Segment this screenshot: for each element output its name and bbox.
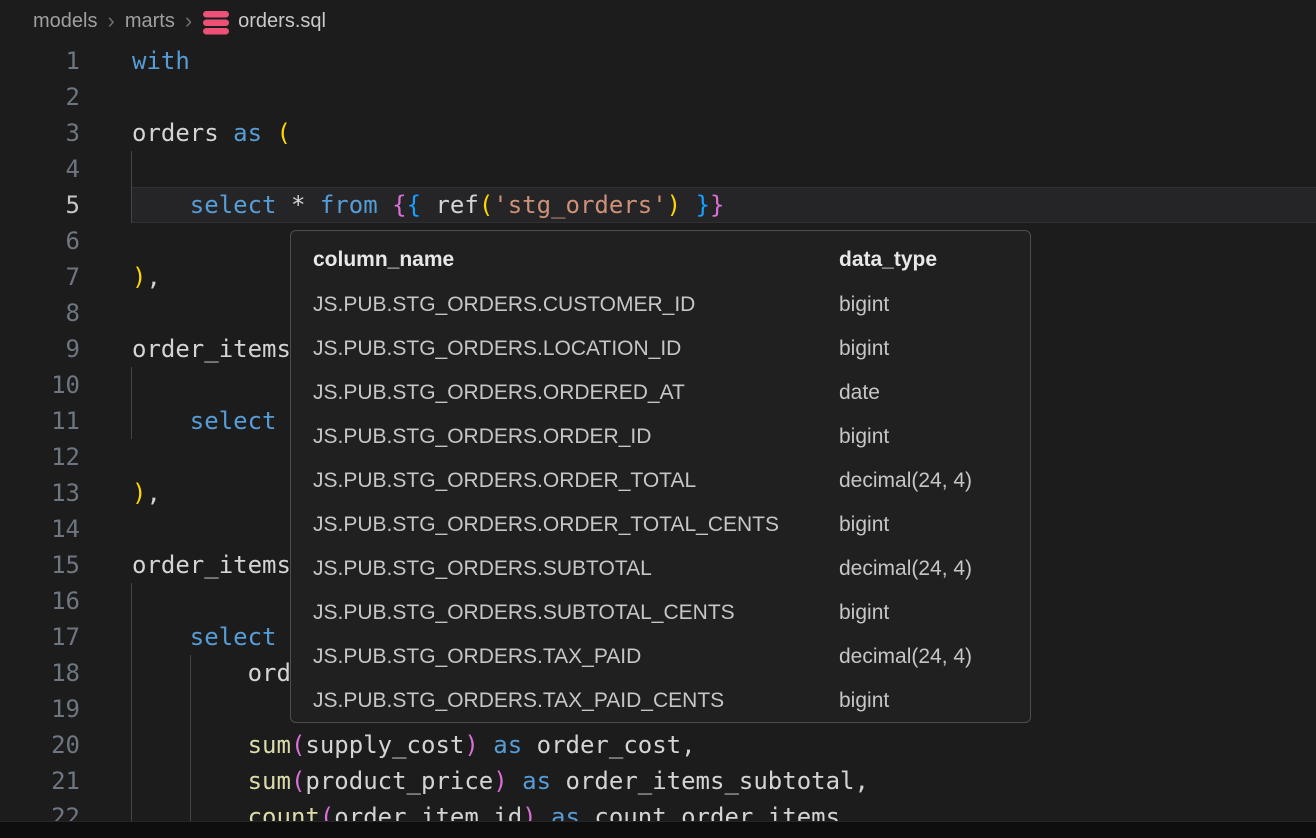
code-text: with: [132, 43, 190, 79]
line-number[interactable]: 9: [0, 331, 80, 367]
line-number[interactable]: 21: [0, 763, 80, 799]
popup-column-data-type: bigint: [839, 689, 1008, 713]
breadcrumb: models › marts › orders.sql: [0, 0, 1316, 43]
popup-column-row: JS.PUB.STG_ORDERS.SUBTOTAL_CENTSbigint: [313, 591, 1008, 635]
popup-column-data-type: bigint: [839, 513, 1008, 537]
popup-column-data-type: decimal(24, 4): [839, 469, 1008, 493]
code-line-2[interactable]: 2: [0, 79, 1316, 115]
line-number[interactable]: 13: [0, 475, 80, 511]
popup-column-name: JS.PUB.STG_ORDERS.TAX_PAID_CENTS: [313, 689, 839, 713]
indent-guide: [131, 151, 132, 223]
code-text: select: [132, 403, 277, 439]
line-number[interactable]: 17: [0, 619, 80, 655]
breadcrumb-item-models[interactable]: models: [33, 10, 97, 33]
breadcrumb-item-marts[interactable]: marts: [125, 10, 175, 33]
popup-column-row: JS.PUB.STG_ORDERS.ORDER_TOTALdecimal(24,…: [313, 459, 1008, 503]
code-line-5[interactable]: 5 select * from {{ ref('stg_orders') }}: [0, 187, 1316, 223]
popup-column-row: JS.PUB.STG_ORDERS.ORDER_IDbigint: [313, 415, 1008, 459]
breadcrumb-label: models: [33, 10, 97, 33]
popup-column-row: JS.PUB.STG_ORDERS.TAX_PAID_CENTSbigint: [313, 679, 1008, 723]
line-number[interactable]: 15: [0, 547, 80, 583]
code-text: ),: [132, 259, 161, 295]
column-info-popup[interactable]: column_name data_type JS.PUB.STG_ORDERS.…: [290, 230, 1031, 723]
popup-column-name: JS.PUB.STG_ORDERS.ORDER_TOTAL: [313, 469, 839, 493]
popup-column-row: JS.PUB.STG_ORDERS.TAX_PAIDdecimal(24, 4): [313, 635, 1008, 679]
popup-header-column-name: column_name: [313, 248, 839, 272]
line-number[interactable]: 2: [0, 79, 80, 115]
code-text: orders as (: [132, 115, 291, 151]
popup-column-data-type: bigint: [839, 601, 1008, 625]
indent-guide: [190, 655, 191, 822]
code-line-20[interactable]: 20 sum(supply_cost) as order_cost,: [0, 727, 1316, 763]
popup-column-name: JS.PUB.STG_ORDERS.ORDER_ID: [313, 425, 839, 449]
line-number[interactable]: 3: [0, 115, 80, 151]
code-line-4[interactable]: 4: [0, 151, 1316, 187]
code-text: sum(supply_cost) as order_cost,: [132, 727, 696, 763]
line-number[interactable]: 19: [0, 691, 80, 727]
panel-divider: [0, 821, 1316, 838]
line-number[interactable]: 7: [0, 259, 80, 295]
code-text: order_items: [132, 331, 291, 367]
popup-header-row: column_name data_type: [313, 237, 1008, 283]
popup-column-name: JS.PUB.STG_ORDERS.TAX_PAID: [313, 645, 839, 669]
popup-column-row: JS.PUB.STG_ORDERS.ORDER_TOTAL_CENTSbigin…: [313, 503, 1008, 547]
line-number[interactable]: 1: [0, 43, 80, 79]
code-text: sum(product_price) as order_items_subtot…: [132, 763, 869, 799]
line-number[interactable]: 11: [0, 403, 80, 439]
code-text: select: [132, 619, 277, 655]
popup-column-data-type: bigint: [839, 425, 1008, 449]
code-text: select * from {{ ref('stg_orders') }}: [132, 187, 724, 223]
line-number[interactable]: 16: [0, 583, 80, 619]
breadcrumb-separator-icon: ›: [185, 10, 192, 32]
code-text: ),: [132, 475, 161, 511]
popup-column-row: JS.PUB.STG_ORDERS.CUSTOMER_IDbigint: [313, 283, 1008, 327]
editor-window: models › marts › orders.sql 1 with 23 orders as…: [0, 0, 1316, 838]
line-number[interactable]: 20: [0, 727, 80, 763]
database-icon: [202, 8, 230, 36]
popup-column-data-type: decimal(24, 4): [839, 645, 1008, 669]
code-line-1[interactable]: 1 with: [0, 43, 1316, 79]
popup-column-name: JS.PUB.STG_ORDERS.ORDER_TOTAL_CENTS: [313, 513, 839, 537]
popup-column-name: JS.PUB.STG_ORDERS.ORDERED_AT: [313, 381, 839, 405]
code-line-3[interactable]: 3 orders as (: [0, 115, 1316, 151]
code-text: order_items: [132, 547, 291, 583]
line-number[interactable]: 4: [0, 151, 80, 187]
code-line-21[interactable]: 21 sum(product_price) as order_items_sub…: [0, 763, 1316, 799]
line-number[interactable]: 8: [0, 295, 80, 331]
breadcrumb-item-orders-sql[interactable]: orders.sql: [202, 8, 326, 36]
line-number[interactable]: 5: [0, 187, 80, 223]
popup-column-name: JS.PUB.STG_ORDERS.LOCATION_ID: [313, 337, 839, 361]
popup-column-name: JS.PUB.STG_ORDERS.CUSTOMER_ID: [313, 293, 839, 317]
line-number[interactable]: 12: [0, 439, 80, 475]
breadcrumb-separator-icon: ›: [107, 10, 114, 32]
breadcrumb-label: orders.sql: [238, 10, 326, 33]
breadcrumb-label: marts: [125, 10, 175, 33]
line-number[interactable]: 18: [0, 655, 80, 691]
popup-column-data-type: date: [839, 381, 1008, 405]
line-number[interactable]: 14: [0, 511, 80, 547]
indent-guide: [131, 583, 132, 822]
popup-column-row: JS.PUB.STG_ORDERS.ORDERED_ATdate: [313, 371, 1008, 415]
popup-column-data-type: decimal(24, 4): [839, 557, 1008, 581]
popup-column-data-type: bigint: [839, 293, 1008, 317]
code-text: ord: [132, 655, 291, 691]
popup-header-data-type: data_type: [839, 248, 1008, 272]
popup-column-name: JS.PUB.STG_ORDERS.SUBTOTAL_CENTS: [313, 601, 839, 625]
line-number[interactable]: 6: [0, 223, 80, 259]
popup-column-row: JS.PUB.STG_ORDERS.SUBTOTALdecimal(24, 4): [313, 547, 1008, 591]
popup-column-row: JS.PUB.STG_ORDERS.LOCATION_IDbigint: [313, 327, 1008, 371]
popup-column-data-type: bigint: [839, 337, 1008, 361]
indent-guide: [131, 367, 132, 439]
line-number[interactable]: 10: [0, 367, 80, 403]
popup-column-name: JS.PUB.STG_ORDERS.SUBTOTAL: [313, 557, 839, 581]
